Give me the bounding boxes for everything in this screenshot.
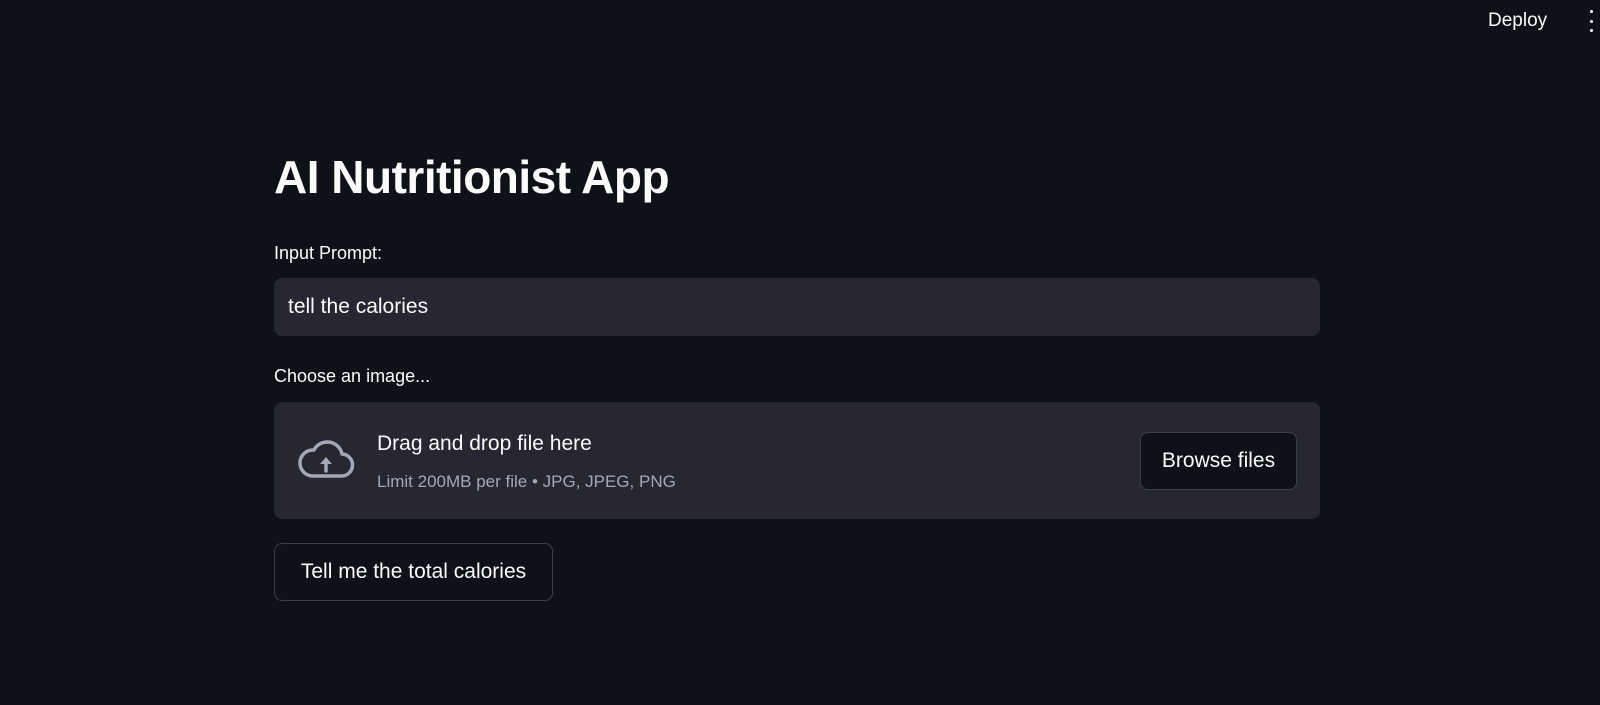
- cloud-upload-icon: [298, 440, 355, 478]
- browse-files-button[interactable]: Browse files: [1140, 432, 1297, 490]
- dot: [1590, 29, 1593, 32]
- total-calories-button[interactable]: Tell me the total calories: [274, 543, 553, 601]
- input-prompt-label: Input Prompt:: [274, 243, 383, 263]
- dot: [1590, 10, 1593, 13]
- dot: [1590, 19, 1593, 23]
- prompt-input[interactable]: [274, 278, 1320, 336]
- vertical-dots-icon[interactable]: [1590, 10, 1596, 32]
- deploy-button[interactable]: Deploy: [1484, 8, 1551, 34]
- dropzone-subtitle: Limit 200MB per file • JPG, JPEG, PNG: [377, 472, 676, 491]
- top-toolbar: Deploy: [0, 0, 1600, 40]
- file-dropzone[interactable]: Drag and drop file here Limit 200MB per …: [274, 402, 1320, 519]
- image-uploader-label: Choose an image...: [274, 366, 431, 386]
- page-title: AI Nutritionist App: [274, 151, 670, 203]
- dropzone-title: Drag and drop file here: [377, 432, 592, 455]
